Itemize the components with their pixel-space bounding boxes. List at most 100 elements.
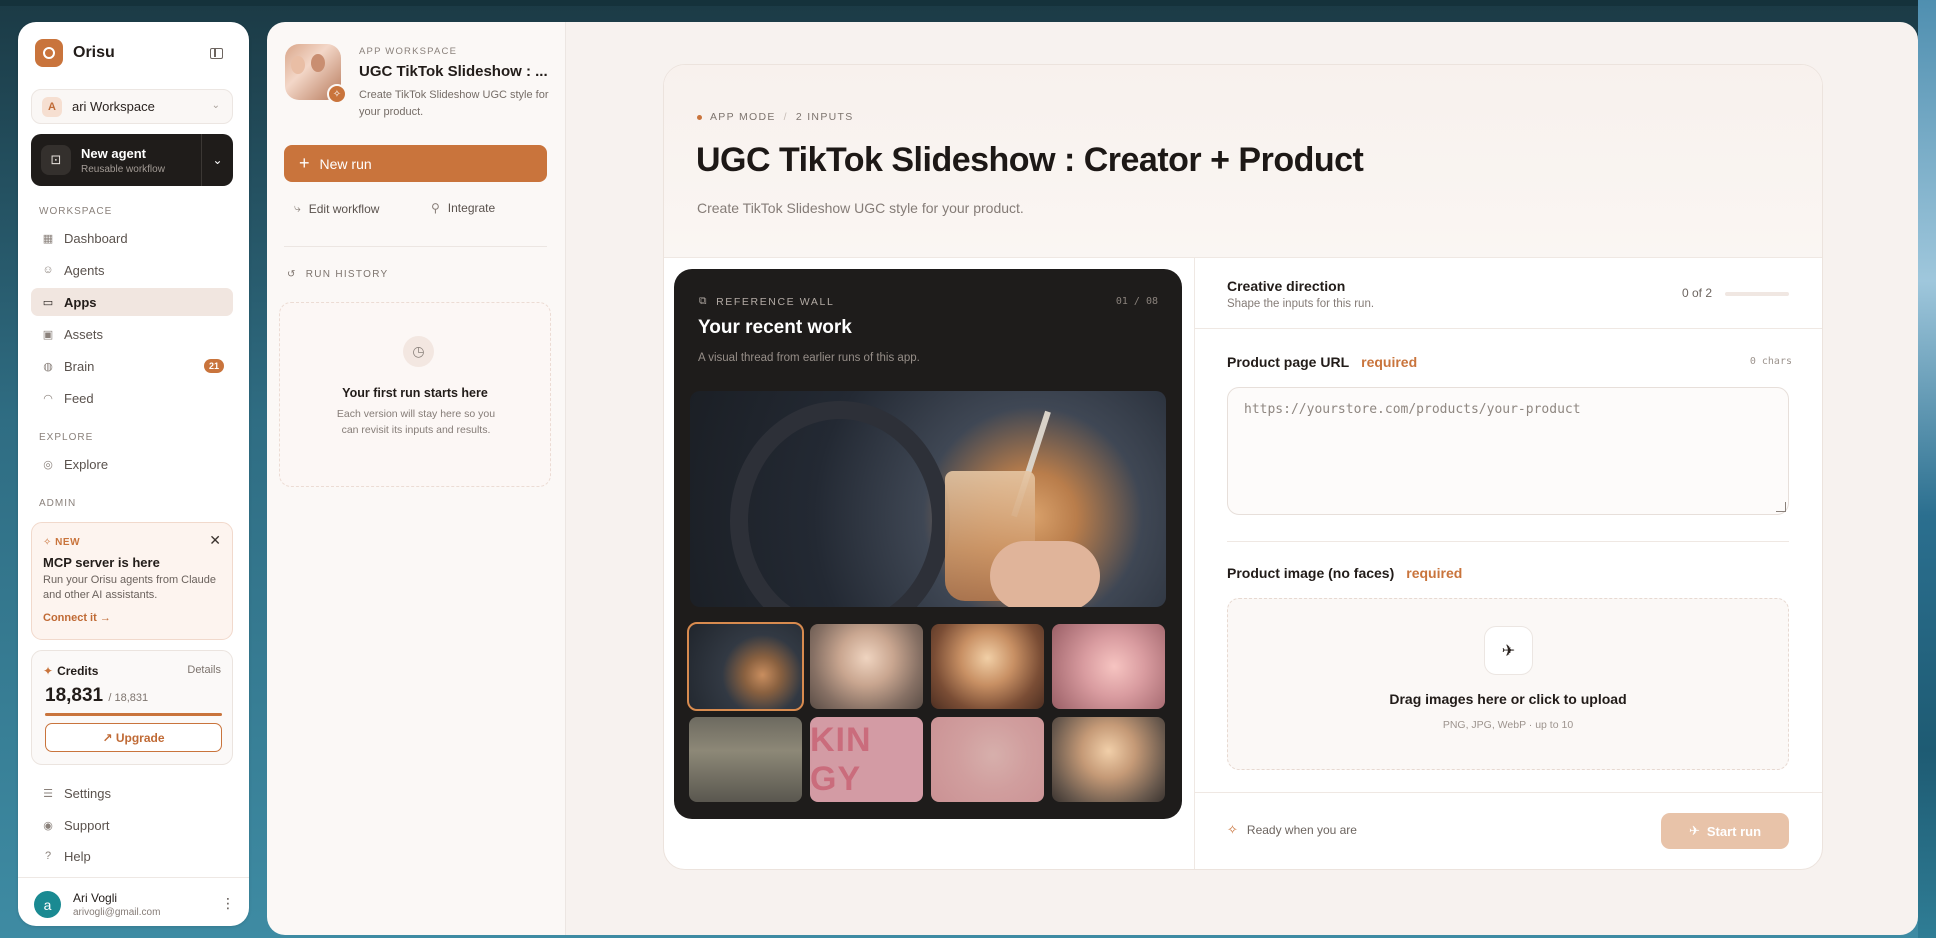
sliders-icon: ☰ <box>43 787 53 800</box>
chevron-down-icon: ⌄ <box>211 100 220 111</box>
sidebar-item-dashboard[interactable]: ▦ Dashboard <box>31 224 233 252</box>
sidebar-item-support[interactable]: ◉ Support <box>31 811 233 839</box>
product-url-input[interactable] <box>1227 387 1789 515</box>
required-tag: required <box>1361 354 1418 370</box>
sidebar-item-label: Support <box>64 817 110 833</box>
sidebar-item-label: Feed <box>64 390 94 406</box>
page-title: UGC TikTok Slideshow : Creator + Product <box>696 141 1364 179</box>
start-run-button[interactable]: ✈ Start run <box>1661 813 1789 849</box>
form-progress-bar <box>1725 292 1789 296</box>
sidebar-item-brain[interactable]: ◍ Brain 21 <box>31 352 233 380</box>
workspace-selector[interactable]: A ari Workspace ⌄ <box>31 89 233 124</box>
reference-thumbnail[interactable] <box>931 624 1044 709</box>
reference-thumbnail[interactable] <box>687 622 804 711</box>
gallery-icon: ⧉ <box>699 295 709 307</box>
input-form: Creative direction Shape the inputs for … <box>1194 258 1822 869</box>
upload-title: Drag images here or click to upload <box>1389 691 1627 707</box>
new-tag: ✧ NEW <box>43 537 81 548</box>
sparkle-icon: ✧ <box>1227 822 1238 837</box>
sidebar-item-label: Explore <box>64 456 109 472</box>
hand-shape <box>990 541 1100 607</box>
empty-state-description: Each version will stay here so you can r… <box>336 408 496 436</box>
resize-handle-icon[interactable] <box>1776 502 1786 512</box>
plus-icon: + <box>299 153 310 173</box>
image-upload-dropzone[interactable]: ✈ Drag images here or click to upload PN… <box>1227 598 1789 770</box>
reference-wall-title: Your recent work <box>698 317 852 338</box>
form-subtitle: Shape the inputs for this run. <box>1227 298 1375 310</box>
mcp-description: Run your Orisu agents from Claude and ot… <box>43 574 217 601</box>
sidebar-item-help[interactable]: ? Help <box>31 842 233 870</box>
product-url-label: Product page URL required <box>1227 354 1418 370</box>
edit-workflow-link[interactable]: ⤷ Edit workflow <box>294 201 379 216</box>
sidebar-item-label: Settings <box>64 785 111 801</box>
thumbnail-text: KIN GY <box>810 720 872 798</box>
page-subtitle: Create TikTok Slideshow UGC style for yo… <box>697 200 1024 216</box>
credits-progress-fill <box>45 713 222 716</box>
desktop-top-bar <box>0 0 1936 6</box>
sidebar-item-feed[interactable]: ◠ Feed <box>31 384 233 412</box>
integrate-link[interactable]: ⚲ Integrate <box>431 201 495 215</box>
sidebar-item-apps[interactable]: ▭ Apps <box>31 288 233 316</box>
user-profile[interactable]: a Ari Vogli arivogli@gmail.com ⋮ <box>18 877 249 925</box>
bot-icon: ⊡ <box>41 145 71 175</box>
reference-thumbnail[interactable] <box>931 717 1044 802</box>
sidebar-item-explore[interactable]: ◎ Explore <box>31 450 233 478</box>
sidebar-item-label: Dashboard <box>64 230 128 246</box>
desktop-wallpaper-edge <box>1918 0 1936 938</box>
run-history-empty-state: ◷ Your first run starts here Each versio… <box>279 302 551 487</box>
form-progress-text: 0 of 2 <box>1682 286 1713 300</box>
reference-thumbnail[interactable]: KIN GY <box>810 717 923 802</box>
close-icon[interactable]: ✕ <box>209 532 221 549</box>
mcp-title: MCP server is here <box>43 555 160 570</box>
divider <box>284 246 547 247</box>
run-history-header: ↺ RUN HISTORY <box>287 269 389 280</box>
reference-thumbnail[interactable] <box>1052 624 1165 709</box>
brand[interactable]: Orisu <box>35 39 115 67</box>
plug-icon: ⚲ <box>431 201 440 215</box>
sidebar-item-agents[interactable]: ☺ Agents <box>31 256 233 284</box>
reference-thumbnail[interactable] <box>689 717 802 802</box>
new-agent-button[interactable]: ⊡ New agent Reusable workflow ⌄ <box>31 134 233 186</box>
reference-wall-label: ⧉ REFERENCE WALL <box>699 295 835 308</box>
reference-hero-image[interactable] <box>690 391 1166 607</box>
new-agent-dropdown-button[interactable]: ⌄ <box>201 134 233 186</box>
sidebar-item-settings[interactable]: ☰ Settings <box>31 779 233 807</box>
reference-thumbnail[interactable] <box>810 624 923 709</box>
sparkle-icon: ✧ <box>43 537 56 548</box>
user-name: Ari Vogli <box>73 891 118 905</box>
reference-wall-subtitle: A visual thread from earlier runs of thi… <box>698 352 920 364</box>
workspace-avatar: A <box>42 96 62 117</box>
connect-link[interactable]: Connect it → <box>43 612 111 624</box>
help-circle-icon: ? <box>44 850 52 862</box>
brain-icon: ◍ <box>43 360 53 373</box>
reference-counter: 01 / 08 <box>1115 296 1158 307</box>
clock-icon: ◷ <box>403 336 434 367</box>
collapse-sidebar-icon[interactable] <box>210 48 223 59</box>
send-icon: ✈ <box>1688 823 1700 838</box>
image-icon: ▣ <box>42 328 54 341</box>
avatar: a <box>34 891 61 918</box>
credits-details-link[interactable]: Details <box>187 664 221 676</box>
section-label-explore: EXPLORE <box>39 432 94 443</box>
meta-separator: / <box>783 111 788 123</box>
new-run-button[interactable]: + New run <box>284 145 547 182</box>
app-header: APP MODE / 2 INPUTS UGC TikTok Slideshow… <box>664 65 1822 258</box>
app-window-icon: ▭ <box>42 296 54 309</box>
sidebar-item-label: Assets <box>64 326 104 342</box>
sidebar-item-label: Agents <box>64 262 105 278</box>
app-workspace-panel: ✧ APP WORKSPACE UGC TikTok Slideshow : .… <box>267 22 566 935</box>
workspace-name: ari Workspace <box>72 99 155 114</box>
start-run-label: Start run <box>1706 823 1762 839</box>
sidebar-item-label: Help <box>64 848 91 864</box>
app-meta: APP MODE / 2 INPUTS <box>697 111 854 123</box>
credits-progress-bar <box>45 713 222 716</box>
reference-thumbnail[interactable] <box>1052 717 1165 802</box>
brain-count-badge: 21 <box>203 359 224 373</box>
bolt-icon: ✦ <box>43 664 54 678</box>
credits-value: 18,831 / 18,831 <box>45 685 149 706</box>
upgrade-button[interactable]: ↗ Upgrade <box>45 723 222 752</box>
sidebar-item-label: Apps <box>64 294 97 310</box>
upload-subtitle: PNG, JPG, WebP · up to 10 <box>1442 719 1574 731</box>
more-vertical-icon[interactable]: ⋮ <box>221 895 235 912</box>
sidebar-item-assets[interactable]: ▣ Assets <box>31 320 233 348</box>
